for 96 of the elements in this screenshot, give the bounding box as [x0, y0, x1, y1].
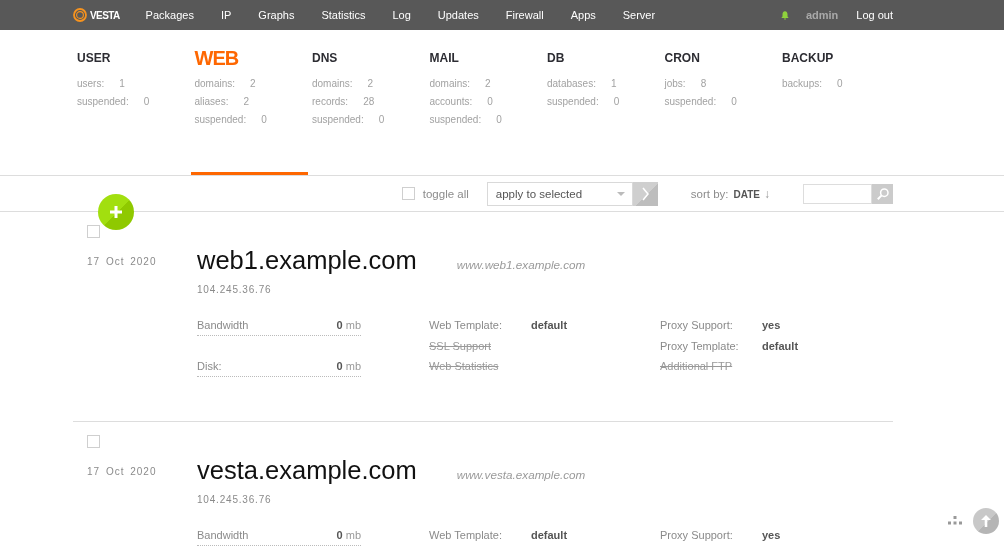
stat-value: 0	[261, 113, 267, 127]
stat-value: 1	[610, 77, 617, 91]
bell-icon[interactable]	[780, 10, 789, 20]
stat-label: records:	[312, 95, 349, 109]
overview-tab[interactable]: CRON	[664, 48, 700, 68]
ip-address: 104.245.36.76	[197, 284, 272, 295]
setting-value: default	[762, 338, 799, 354]
shortcuts-icon[interactable]	[948, 516, 962, 525]
setting-label: Web Template:	[429, 318, 502, 333]
stat-label: suspended:	[429, 113, 482, 127]
setting-value: default	[531, 528, 568, 543]
usage-label: Disk:	[197, 359, 222, 374]
action-select[interactable]: apply to selected	[486, 181, 633, 206]
stat-value: 2	[243, 95, 249, 109]
setting-label: Proxy Support:	[660, 318, 733, 333]
stat-label: accounts:	[429, 95, 473, 109]
stat-label: suspended:	[547, 95, 599, 109]
nav-link[interactable]: Updates	[437, 9, 479, 21]
stat-value: 0	[731, 95, 737, 109]
stat-value: 2	[367, 77, 374, 91]
stat-label: suspended:	[194, 113, 247, 127]
stat-value: 0	[143, 95, 150, 109]
nav-link[interactable]: Server	[622, 9, 656, 21]
stat-label: databases:	[547, 77, 596, 91]
search-icon	[876, 187, 889, 200]
usage-value: 0 mb	[336, 318, 361, 333]
caret-icon	[616, 191, 625, 196]
nav-link[interactable]: Apps	[570, 9, 596, 21]
setting-label: SSL Support	[429, 338, 491, 354]
stat-value: 2	[485, 77, 491, 91]
usage-label: Bandwidth	[197, 528, 249, 543]
stat-label: suspended:	[664, 95, 717, 109]
nav-link[interactable]: Firewall	[505, 9, 544, 21]
setting-value: yes	[762, 528, 781, 543]
ring-logo-icon	[73, 8, 87, 22]
setting-label: Proxy Template:	[660, 338, 739, 354]
overview-tab[interactable]: DNS	[312, 48, 338, 68]
setting-label: Proxy Support:	[660, 528, 733, 543]
stat-label: users:	[77, 77, 105, 91]
sort-button[interactable]: DATE ↓	[733, 186, 770, 201]
usage-value: 0 mb	[336, 359, 361, 374]
item-date: 17 Oct 2020	[87, 256, 157, 267]
overview-tab[interactable]: BACKUP	[782, 48, 834, 68]
usage-label: Bandwidth	[197, 318, 249, 333]
toggle-all-label[interactable]: toggle all	[422, 187, 469, 200]
logo-link[interactable]: VESTA	[73, 8, 120, 22]
nav-link[interactable]: Packages	[145, 9, 194, 21]
domain-name: web1.example.com	[197, 245, 417, 275]
domain-alias: www.web1.example.com	[456, 258, 586, 271]
domain-name: vesta.example.com	[197, 455, 417, 485]
stat-label: domains:	[429, 77, 471, 91]
stat-value: 2	[250, 77, 256, 91]
logout-link[interactable]: Log out	[856, 9, 893, 21]
chevron-right-icon	[641, 186, 649, 201]
ip-address: 104.245.36.76	[197, 494, 272, 505]
add-button[interactable]	[98, 194, 134, 230]
stat-label: domains:	[194, 77, 236, 91]
setting-label: Web Template:	[429, 528, 502, 543]
stat-label: jobs:	[664, 77, 686, 91]
overview-tab[interactable]: DB	[547, 48, 565, 68]
plus-icon	[110, 206, 122, 218]
stat-value: 0	[378, 113, 385, 127]
domain-alias: www.vesta.example.com	[456, 468, 586, 481]
apply-button[interactable]	[632, 181, 658, 206]
nav-link[interactable]: Graphs	[258, 9, 295, 21]
item-date: 17 Oct 2020	[87, 466, 157, 477]
item-checkbox[interactable]	[87, 225, 100, 238]
stat-value: 0	[496, 113, 502, 127]
stat-label: suspended:	[312, 113, 364, 127]
search-button[interactable]	[872, 183, 893, 204]
overview-tab[interactable]: MAIL	[429, 48, 459, 68]
stat-value: 0	[613, 95, 620, 109]
arrow-up-icon	[981, 515, 991, 527]
scroll-top-button[interactable]	[973, 508, 999, 534]
stat-value: 8	[700, 77, 707, 91]
stat-value: 1	[119, 77, 125, 91]
overview-tab[interactable]: USER	[77, 48, 111, 68]
usage-value: 0 mb	[336, 528, 361, 543]
nav-link[interactable]: Statistics	[321, 9, 366, 21]
stat-value: 0	[487, 95, 493, 109]
stat-label: aliases:	[194, 95, 229, 109]
setting-label: Web Statistics	[429, 359, 499, 374]
toggle-all-checkbox[interactable]	[401, 187, 415, 200]
stat-label: domains:	[312, 77, 353, 91]
stat-value: 28	[363, 95, 375, 109]
stat-label: backups:	[782, 77, 823, 91]
sort-label: sort by:	[690, 187, 729, 200]
stat-value: 0	[837, 77, 843, 91]
item-checkbox[interactable]	[87, 435, 100, 448]
search-field[interactable]	[803, 183, 872, 204]
nav-link[interactable]: Log	[392, 9, 411, 21]
setting-value: yes	[762, 318, 781, 333]
nav-link[interactable]: IP	[220, 9, 232, 21]
stat-label: suspended:	[77, 95, 129, 109]
setting-label: Additional FTP	[660, 359, 733, 374]
setting-value: default	[531, 318, 568, 333]
